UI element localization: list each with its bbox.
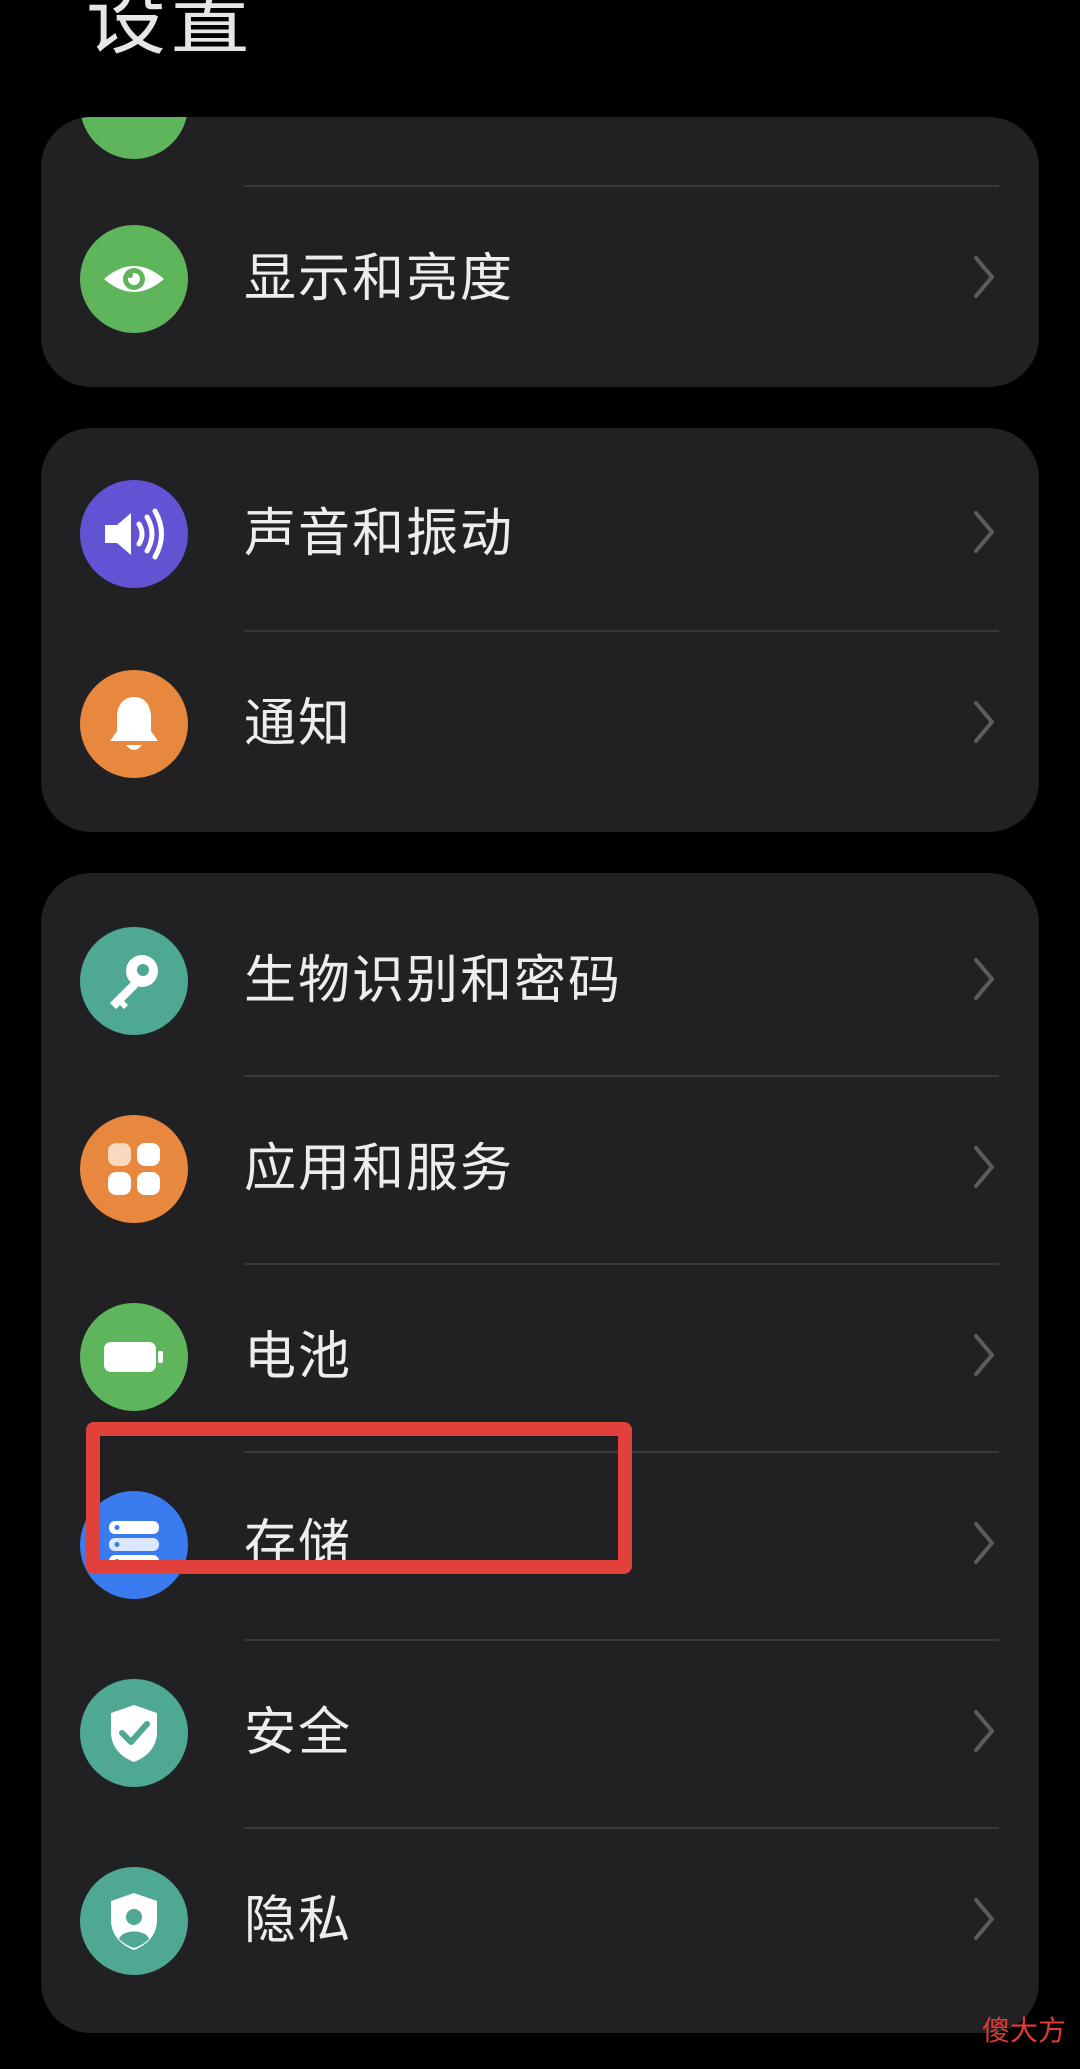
settings-item-label: 应用和服务 [244, 1139, 515, 1199]
row-divider [244, 1263, 999, 1265]
settings-item-apps-services[interactable]: 应用和服务 [41, 1075, 1039, 1263]
settings-item-label: 显示和亮度 [244, 249, 515, 309]
chevron-right-icon [974, 1710, 994, 1752]
row-divider [244, 1451, 999, 1453]
eye-icon [80, 225, 188, 333]
storage-icon [80, 1491, 188, 1599]
chevron-right-icon [974, 1334, 994, 1376]
watermark-text: 傻大方 [981, 2014, 1066, 2047]
chevron-right-icon [974, 701, 994, 743]
battery-icon [80, 1303, 188, 1411]
settings-item-biometrics-password[interactable]: 生物识别和密码 [41, 887, 1039, 1075]
chevron-right-icon [974, 1522, 994, 1564]
privacy-shield-icon [80, 1867, 188, 1975]
settings-item-label: 隐私 [244, 1891, 353, 1951]
settings-group-sound-notify: 声音和振动 通知 [41, 428, 1039, 832]
page-title: 设置 [86, 0, 254, 66]
settings-item-privacy[interactable]: 隐私 [41, 1827, 1039, 2015]
settings-item-security[interactable]: 安全 [41, 1639, 1039, 1827]
settings-item-label: 声音和振动 [244, 504, 515, 564]
row-divider [244, 630, 999, 632]
settings-group-security-apps: 生物识别和密码 应用和服务 电池 存储 安全 隐私 [41, 873, 1039, 2033]
settings-item-label: 生物识别和密码 [244, 951, 623, 1011]
watermark: 傻大方 [982, 2009, 1066, 2049]
row-divider [244, 1639, 999, 1641]
chevron-right-icon [974, 1898, 994, 1940]
settings-group-display: 显示和亮度 [41, 117, 1039, 387]
row-divider [244, 1075, 999, 1077]
chevron-right-icon [974, 958, 994, 1000]
settings-item-label: 存储 [244, 1515, 353, 1575]
settings-item-label: 安全 [244, 1703, 353, 1763]
settings-item-label: 电池 [244, 1327, 353, 1387]
speaker-icon [80, 480, 188, 588]
shield-check-icon [80, 1679, 188, 1787]
key-icon [80, 927, 188, 1035]
settings-item-display-brightness[interactable]: 显示和亮度 [41, 185, 1039, 373]
chevron-right-icon [974, 256, 994, 298]
bell-icon [80, 670, 188, 778]
settings-item-notifications[interactable]: 通知 [41, 630, 1039, 818]
settings-item-label: 通知 [244, 694, 353, 754]
row-divider [244, 185, 999, 187]
settings-item-sound-vibration[interactable]: 声音和振动 [41, 440, 1039, 628]
row-divider [244, 1827, 999, 1829]
apps-grid-icon [80, 1115, 188, 1223]
partial-hidden-icon [80, 117, 188, 159]
chevron-right-icon [974, 511, 994, 553]
settings-item-battery[interactable]: 电池 [41, 1263, 1039, 1451]
settings-item-storage[interactable]: 存储 [41, 1451, 1039, 1639]
chevron-right-icon [974, 1146, 994, 1188]
